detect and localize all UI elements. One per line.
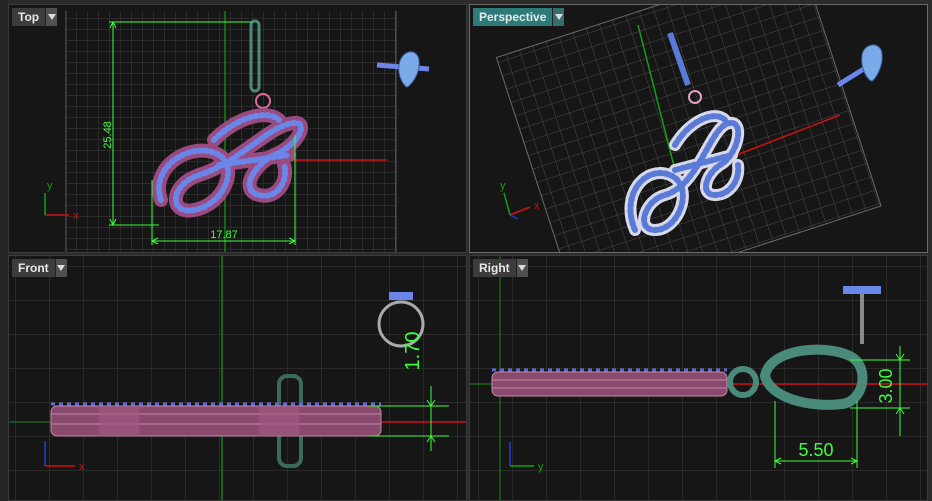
- axis-label-y: y: [538, 461, 544, 473]
- left-panel-edge: [0, 0, 8, 501]
- top-scene: 25.48 17.87 x y: [44, 11, 430, 252]
- viewport-top[interactable]: Top 25.48 17.87 x y: [8, 4, 467, 253]
- viewport-title-right: Right: [473, 259, 516, 277]
- axis-label-x: x: [79, 461, 85, 473]
- right-scene: 3.00 5.50 y: [470, 256, 927, 500]
- ring-preview-icon: [836, 44, 883, 88]
- viewport-perspective[interactable]: Perspective x y: [469, 4, 928, 253]
- viewport-front[interactable]: Front 1.70 x: [8, 255, 467, 501]
- dimension-label-right-height: 3.00: [876, 368, 896, 403]
- chevron-down-icon[interactable]: [45, 8, 58, 26]
- axis-label-y: y: [500, 180, 506, 192]
- perspective-scene: x y: [495, 5, 883, 252]
- viewport-title-front: Front: [12, 259, 55, 277]
- chevron-down-icon[interactable]: [552, 8, 565, 26]
- chevron-down-icon[interactable]: [515, 259, 528, 277]
- pendant-front-profile: [50, 402, 382, 437]
- dimension-label-front-height: 1.70: [402, 332, 424, 371]
- front-scene: 1.70 x: [9, 256, 466, 500]
- viewport-tab-right[interactable]: Right: [473, 259, 528, 277]
- dimension-label-width: 17.87: [210, 229, 238, 241]
- dimension-label-right-width: 5.50: [798, 440, 833, 460]
- pendant-side-profile: [491, 368, 728, 397]
- viewport-tab-front[interactable]: Front: [12, 259, 67, 277]
- chevron-down-icon[interactable]: [54, 259, 67, 277]
- axis-label-x: x: [73, 210, 79, 222]
- dimension-label-height: 25.48: [102, 121, 114, 149]
- viewport-right[interactable]: Right 3.00 5.50 y: [469, 255, 928, 501]
- axis-label-x: x: [534, 200, 540, 212]
- axis-label-y: y: [47, 180, 53, 192]
- viewport-tab-top[interactable]: Top: [12, 8, 58, 26]
- viewport-title-perspective: Perspective: [473, 8, 553, 26]
- axis-gizmo: x y: [500, 180, 540, 220]
- viewport-title-top: Top: [12, 8, 46, 26]
- viewport-tab-perspective[interactable]: Perspective: [473, 8, 565, 26]
